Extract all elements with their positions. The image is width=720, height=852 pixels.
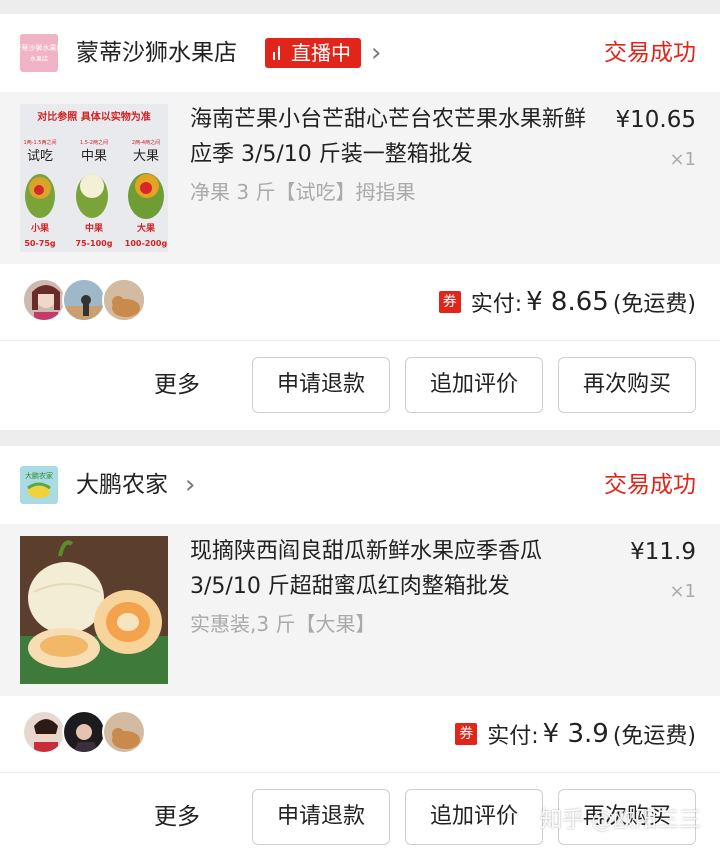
svg-text:1两-1.5两之间: 1两-1.5两之间 (24, 139, 57, 146)
shop-logo-text-line: 蒙蒂沙狮水果店 (20, 43, 58, 52)
payment-info: 券 实付: ¥ 3.9 (免运费) (455, 718, 696, 750)
svg-text:100-200g: 100-200g (125, 239, 168, 248)
product-price: ¥10.65 (615, 107, 696, 133)
product-spec: 实惠装,3 斤【大果】 (190, 612, 376, 636)
svg-text:小果: 小果 (30, 222, 50, 234)
product-spec: 净果 3 斤【试吃】拇指果 (190, 180, 416, 204)
product-title[interactable]: 现摘陕西阎良甜瓜新鲜水果应季香瓜 3/5/10 斤超甜蜜瓜红肉整箱批发 (190, 534, 590, 604)
order-card: 大鹏农家 大鹏农家 › 交易成功 现摘陕西阎良甜瓜新鲜水果应季香瓜 3/5/10… (0, 446, 720, 852)
shop-name[interactable]: 大鹏农家 (76, 468, 168, 502)
live-badge[interactable]: 直播中 (265, 38, 361, 68)
svg-text:2两-4两之间: 2两-4两之间 (132, 139, 160, 146)
svg-text:75-100g: 75-100g (76, 239, 113, 248)
chevron-right-icon[interactable]: › (371, 38, 381, 68)
avatar[interactable] (102, 278, 146, 322)
avatar[interactable] (22, 278, 66, 322)
order-actions: 更多 申请退款 追加评价 再次购买 (0, 341, 720, 431)
avatar[interactable] (102, 710, 146, 754)
shop-logo: 蒙蒂沙狮水果店 水果店 (20, 34, 58, 72)
product-image[interactable] (20, 536, 168, 684)
avatar[interactable] (62, 278, 106, 322)
shop-name[interactable]: 蒙蒂沙狮水果店 (76, 36, 237, 70)
chevron-right-icon[interactable]: › (185, 470, 195, 500)
order-status: 交易成功 (604, 472, 696, 498)
svg-text:大果: 大果 (137, 222, 156, 234)
more-button[interactable]: 更多 (154, 368, 200, 402)
refund-button[interactable]: 申请退款 (252, 789, 390, 845)
svg-text:1.5-2两之间: 1.5-2两之间 (80, 139, 108, 146)
order-item[interactable]: 现摘陕西阎良甜瓜新鲜水果应季香瓜 3/5/10 斤超甜蜜瓜红肉整箱批发 实惠装,… (0, 524, 720, 696)
product-quantity: ×1 (669, 581, 696, 602)
payment-label: 实付: (470, 292, 523, 317)
order-status: 交易成功 (604, 40, 696, 66)
add-review-button[interactable]: 追加评价 (405, 789, 543, 845)
avatar[interactable] (22, 710, 66, 754)
image-header: 对比参照 具体以实物为准 (37, 110, 150, 123)
avatar[interactable] (62, 710, 106, 754)
payment-row: 券 实付: ¥ 3.9 (免运费) (0, 696, 720, 772)
add-review-button[interactable]: 追加评价 (405, 357, 543, 413)
payment-row: 券 实付: ¥ 8.65 (免运费) (0, 264, 720, 340)
order-card: 蒙蒂沙狮水果店 水果店 蒙蒂沙狮水果店 直播中 › 交易成功 对比参照 具体以实… (0, 14, 720, 430)
watermark: 知乎 @欧阳三三 (540, 808, 701, 833)
svg-text:试吃: 试吃 (27, 148, 53, 164)
product-price: ¥11.9 (630, 539, 696, 565)
svg-text:中果: 中果 (85, 222, 104, 234)
payment-label: 实付: (487, 724, 539, 749)
more-button[interactable]: 更多 (154, 800, 200, 834)
svg-text:水果店: 水果店 (30, 55, 48, 63)
live-icon (273, 46, 283, 60)
svg-text:中果: 中果 (81, 149, 107, 164)
order-item[interactable]: 对比参照 具体以实物为准 1两-1.5两之间 1.5-2两之间 2两-4两之间 … (0, 92, 720, 264)
shop-header[interactable]: 大鹏农家 大鹏农家 › 交易成功 (0, 446, 720, 524)
shipping-note: (免运费) (612, 292, 696, 317)
product-quantity: ×1 (669, 149, 696, 170)
product-title[interactable]: 海南芒果小台芒甜心芒台农芒果水果新鲜应季 3/5/10 斤装一整箱批发 (190, 102, 590, 172)
coupon-icon: 券 (438, 291, 461, 313)
svg-text:大果: 大果 (133, 149, 159, 164)
refund-button[interactable]: 申请退款 (252, 357, 390, 413)
shop-header[interactable]: 蒙蒂沙狮水果店 水果店 蒙蒂沙狮水果店 直播中 › 交易成功 (0, 14, 720, 92)
payment-info: 券 实付: ¥ 8.65 (免运费) (438, 286, 696, 318)
svg-text:50-75g: 50-75g (24, 239, 56, 248)
product-image[interactable]: 对比参照 具体以实物为准 1两-1.5两之间 1.5-2两之间 2两-4两之间 … (20, 104, 168, 252)
coupon-icon: 券 (455, 723, 478, 745)
live-badge-label: 直播中 (291, 41, 351, 65)
payment-amount: ¥ 8.65 (526, 287, 609, 317)
shop-logo-text-line: 大鹏农家 (25, 471, 53, 480)
shop-logo: 大鹏农家 (20, 466, 58, 504)
shipping-note: (免运费) (612, 724, 696, 749)
payment-amount: ¥ 3.9 (542, 719, 609, 749)
buy-again-button[interactable]: 再次购买 (558, 357, 696, 413)
